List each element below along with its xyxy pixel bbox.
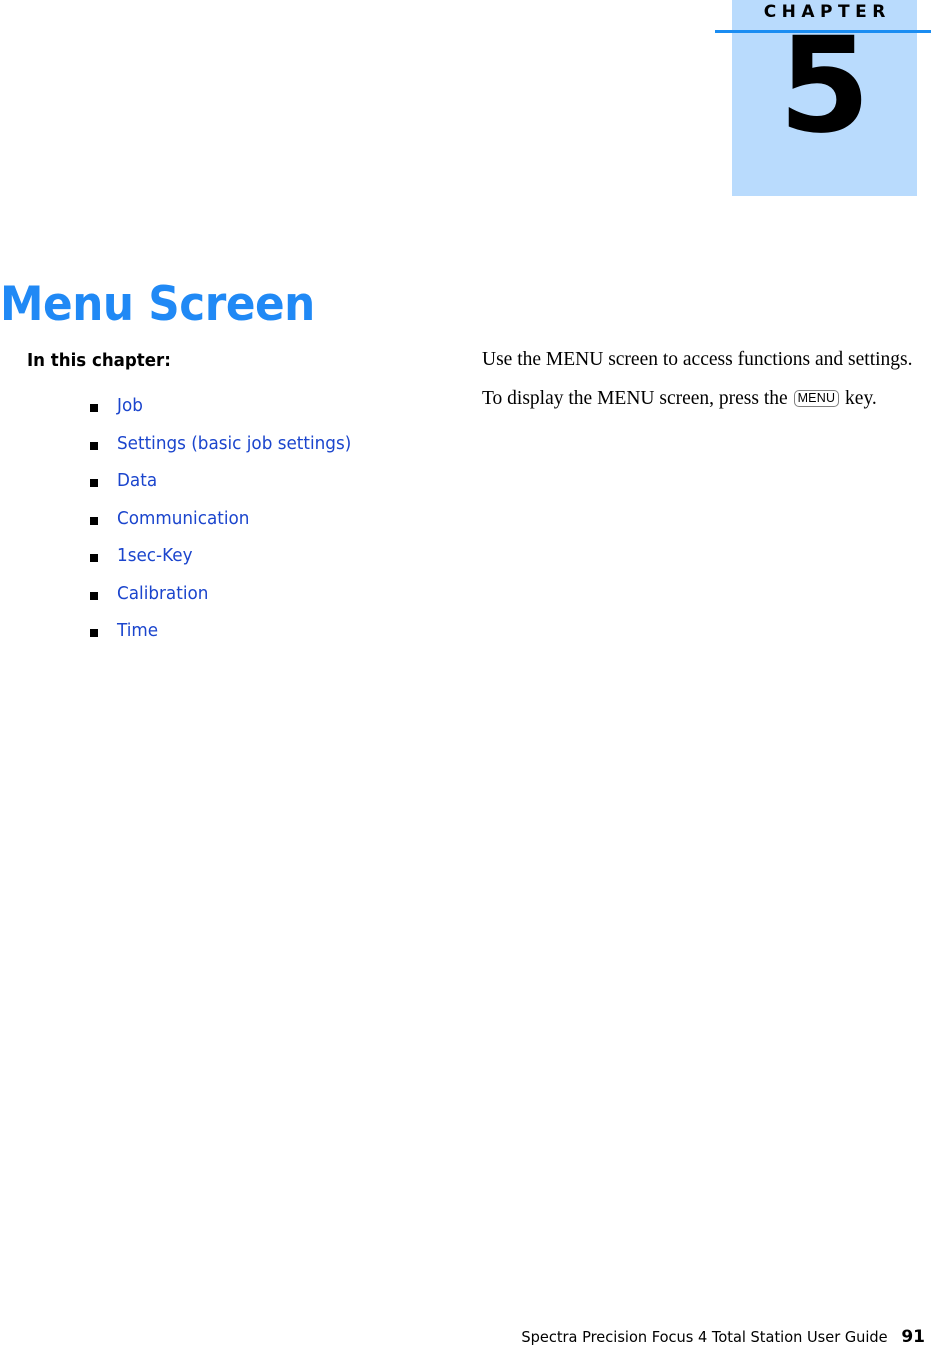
list-item[interactable]: Time (0, 621, 460, 659)
toc-link-calibration[interactable]: Calibration (117, 584, 208, 605)
toc-link-time[interactable]: Time (117, 621, 158, 642)
list-item[interactable]: Job (0, 396, 460, 434)
square-bullet-icon (90, 591, 98, 600)
toc-link-job[interactable]: Job (117, 396, 143, 417)
intro-paragraph: Use the MENU screen to access functions … (482, 349, 913, 370)
page-footer: Spectra Precision Focus 4 Total Station … (0, 1327, 925, 1347)
square-bullet-icon (90, 516, 98, 525)
body-text-column: Use the MENU screen to access functions … (482, 347, 931, 425)
toc-link-data[interactable]: Data (117, 471, 157, 492)
square-bullet-icon (90, 404, 98, 412)
square-bullet-icon (90, 554, 98, 562)
list-item[interactable]: 1sec-Key (0, 546, 460, 584)
list-item[interactable]: Communication (0, 509, 460, 547)
menu-key-cap: MENU (793, 390, 840, 407)
toc-link-settings[interactable]: Settings (basic job settings) (117, 434, 351, 455)
square-bullet-icon (90, 441, 98, 450)
square-bullet-icon (90, 479, 98, 487)
footer-guide-title: Spectra Precision Focus 4 Total Station … (521, 1328, 888, 1346)
menu-key-text-before: To display the MENU screen, press the (482, 388, 793, 409)
chapter-contents-list: Job Settings (basic job settings) Data C… (0, 396, 460, 659)
chapter-number: 5 (778, 9, 871, 163)
page-title: Menu Screen (0, 277, 315, 333)
toc-link-communication[interactable]: Communication (117, 509, 249, 530)
toc-link-1sec-key[interactable]: 1sec-Key (117, 546, 193, 567)
list-item[interactable]: Data (0, 471, 460, 509)
footer-page-number: 91 (901, 1327, 925, 1347)
list-item[interactable]: Settings (basic job settings) (0, 434, 460, 472)
square-bullet-icon (90, 629, 98, 637)
menu-key-paragraph: To display the MENU screen, press the ME… (482, 386, 931, 411)
menu-key-text-after: key. (840, 388, 877, 409)
list-item[interactable]: Calibration (0, 584, 460, 622)
in-this-chapter-heading: In this chapter: (27, 351, 171, 371)
